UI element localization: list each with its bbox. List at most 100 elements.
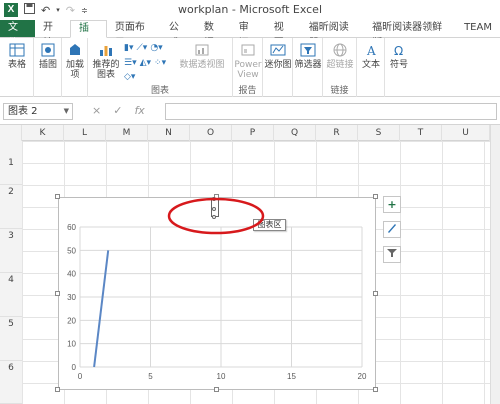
tab-foxit-reader[interactable]: 福昕阅读器 xyxy=(301,20,364,49)
tab-review[interactable]: 审阅 xyxy=(231,20,266,49)
column-header[interactable]: T xyxy=(400,125,442,141)
vertical-scrollbar[interactable] xyxy=(490,125,500,404)
illustrations-icon xyxy=(41,43,55,57)
column-header[interactable]: N xyxy=(148,125,190,141)
resize-handle[interactable] xyxy=(373,291,378,296)
brush-icon xyxy=(388,224,396,233)
text-button[interactable]: A 文本 xyxy=(359,42,383,70)
text-icon: A xyxy=(366,44,376,58)
y-tick-label: 10 xyxy=(67,340,76,349)
undo-icon[interactable]: ↶ xyxy=(41,4,50,17)
group-sparklines: 迷你图 xyxy=(263,38,293,97)
resize-handle[interactable] xyxy=(373,387,378,392)
row-header[interactable]: 3 xyxy=(0,229,22,273)
filter-icon xyxy=(300,43,316,57)
chart-styles-button[interactable] xyxy=(383,221,401,238)
hyperlink-button[interactable]: 超链接 xyxy=(325,42,355,70)
enter-icon[interactable]: ✓ xyxy=(113,104,122,117)
tab-team[interactable]: TEAM xyxy=(456,20,500,37)
insert-function-icon[interactable]: fx xyxy=(134,104,144,117)
chart-elements-button[interactable]: + xyxy=(383,196,401,213)
group-text: A 文本 xyxy=(357,38,385,97)
row-header[interactable]: 4 xyxy=(0,273,22,317)
group-label-reports: 报告 xyxy=(238,86,257,96)
column-header[interactable]: U xyxy=(442,125,490,141)
x-tick-label: 20 xyxy=(358,372,367,381)
column-header[interactable]: Q xyxy=(274,125,316,141)
tab-home[interactable]: 开始 xyxy=(35,20,70,49)
column-header[interactable]: R xyxy=(316,125,358,141)
name-box[interactable]: 图表 2 ▼ xyxy=(3,103,73,120)
column-header[interactable]: M xyxy=(106,125,148,141)
row-header[interactable]: 6 xyxy=(0,361,22,404)
addins-button[interactable]: 加载 项 xyxy=(64,42,86,80)
column-header[interactable]: S xyxy=(358,125,400,141)
row-header[interactable]: 2 xyxy=(0,185,22,229)
column-chart-icon[interactable]: ▮▾ xyxy=(124,43,133,53)
chart-filters-button[interactable] xyxy=(383,246,401,263)
resize-handle[interactable] xyxy=(373,194,378,199)
svg-text:A: A xyxy=(366,44,376,58)
group-reports: Power View 报告 xyxy=(233,38,263,97)
sparklines-icon xyxy=(270,44,286,56)
ribbon-insert: 表格 插图 加载 项 推荐的 图表 ▮▾ ⟋▾ ◔▾ ☰▾ ◭▾ ⁘▾ ◇▾ 数… xyxy=(0,38,500,97)
resize-handle[interactable] xyxy=(55,387,60,392)
resize-handle[interactable] xyxy=(214,387,219,392)
group-illustrations: 插图 xyxy=(34,38,62,97)
power-view-icon xyxy=(241,44,255,56)
row-header[interactable]: 1 xyxy=(0,141,22,185)
column-header[interactable]: P xyxy=(232,125,274,141)
group-symbols: Ω 符号 xyxy=(385,38,413,97)
resize-handle[interactable] xyxy=(55,291,60,296)
y-tick-label: 40 xyxy=(67,270,76,279)
x-tick-label: 5 xyxy=(148,372,153,381)
column-header[interactable]: O xyxy=(190,125,232,141)
bar-chart-icon[interactable]: ☰▾ xyxy=(124,58,137,68)
column-header[interactable]: K xyxy=(22,125,64,141)
pie-chart-icon[interactable]: ◔▾ xyxy=(150,43,162,53)
other-charts-icon[interactable]: ◇▾ xyxy=(124,72,135,82)
cancel-icon[interactable]: × xyxy=(92,104,101,117)
sparklines-button[interactable]: 迷你图 xyxy=(264,42,292,70)
symbols-button[interactable]: Ω 符号 xyxy=(387,42,411,70)
tab-file[interactable]: 文件 xyxy=(0,20,35,49)
recommended-charts-icon xyxy=(100,46,112,56)
column-headers: K L M N O P Q R S T U xyxy=(0,125,500,141)
area-chart-icon[interactable]: ◭▾ xyxy=(140,58,151,68)
funnel-icon xyxy=(387,249,397,257)
pivot-chart-icon xyxy=(195,44,209,56)
group-tables: 表格 xyxy=(0,38,34,97)
pivot-chart-button[interactable]: 数据透视图 xyxy=(174,42,230,70)
column-header[interactable]: L xyxy=(64,125,106,141)
scatter-chart-icon[interactable]: ⁘▾ xyxy=(154,58,166,68)
power-view-button[interactable]: Power View xyxy=(234,42,262,80)
save-icon[interactable] xyxy=(24,3,35,17)
line-chart-icon[interactable]: ⟋▾ xyxy=(136,43,147,53)
tab-insert[interactable]: 插入 xyxy=(69,20,107,50)
recommended-charts-button[interactable]: 推荐的 图表 xyxy=(91,42,121,80)
series-line xyxy=(93,250,110,368)
undo-dropdown-icon[interactable]: ▾ xyxy=(56,6,60,14)
table-icon xyxy=(9,43,25,57)
tab-data[interactable]: 数据 xyxy=(196,20,231,49)
tab-formulas[interactable]: 公式 xyxy=(161,20,196,49)
customize-qat-icon[interactable]: ≑ xyxy=(81,6,88,15)
row-header[interactable]: 5 xyxy=(0,317,22,361)
select-all-corner[interactable] xyxy=(0,125,22,141)
formula-input[interactable] xyxy=(165,103,497,120)
illustrations-button[interactable]: 插图 xyxy=(36,42,60,70)
resize-handle[interactable] xyxy=(55,194,60,199)
filters-button[interactable]: 筛选器 xyxy=(294,42,322,70)
group-links: 超链接 链接 xyxy=(323,38,357,97)
redo-icon[interactable]: ↷ xyxy=(66,4,75,17)
table-button[interactable]: 表格 xyxy=(3,42,31,70)
tab-page-layout[interactable]: 页面布局 xyxy=(107,20,161,49)
y-tick-label: 60 xyxy=(67,223,76,232)
ribbon-tabs: 文件 开始 插入 页面布局 公式 数据 审阅 视图 福昕阅读器 福昕阅读器领鲜版… xyxy=(0,20,500,50)
addins-icon xyxy=(70,44,80,55)
title-bar: X ↶ ▾ ↷ ≑ workplan - Microsoft Excel xyxy=(0,0,500,20)
excel-app-icon[interactable]: X xyxy=(4,3,18,17)
chevron-down-icon[interactable]: ▼ xyxy=(64,104,69,119)
tab-foxit-reader-preview[interactable]: 福昕阅读器领鲜版 xyxy=(364,20,456,49)
tab-view[interactable]: 视图 xyxy=(266,20,301,49)
